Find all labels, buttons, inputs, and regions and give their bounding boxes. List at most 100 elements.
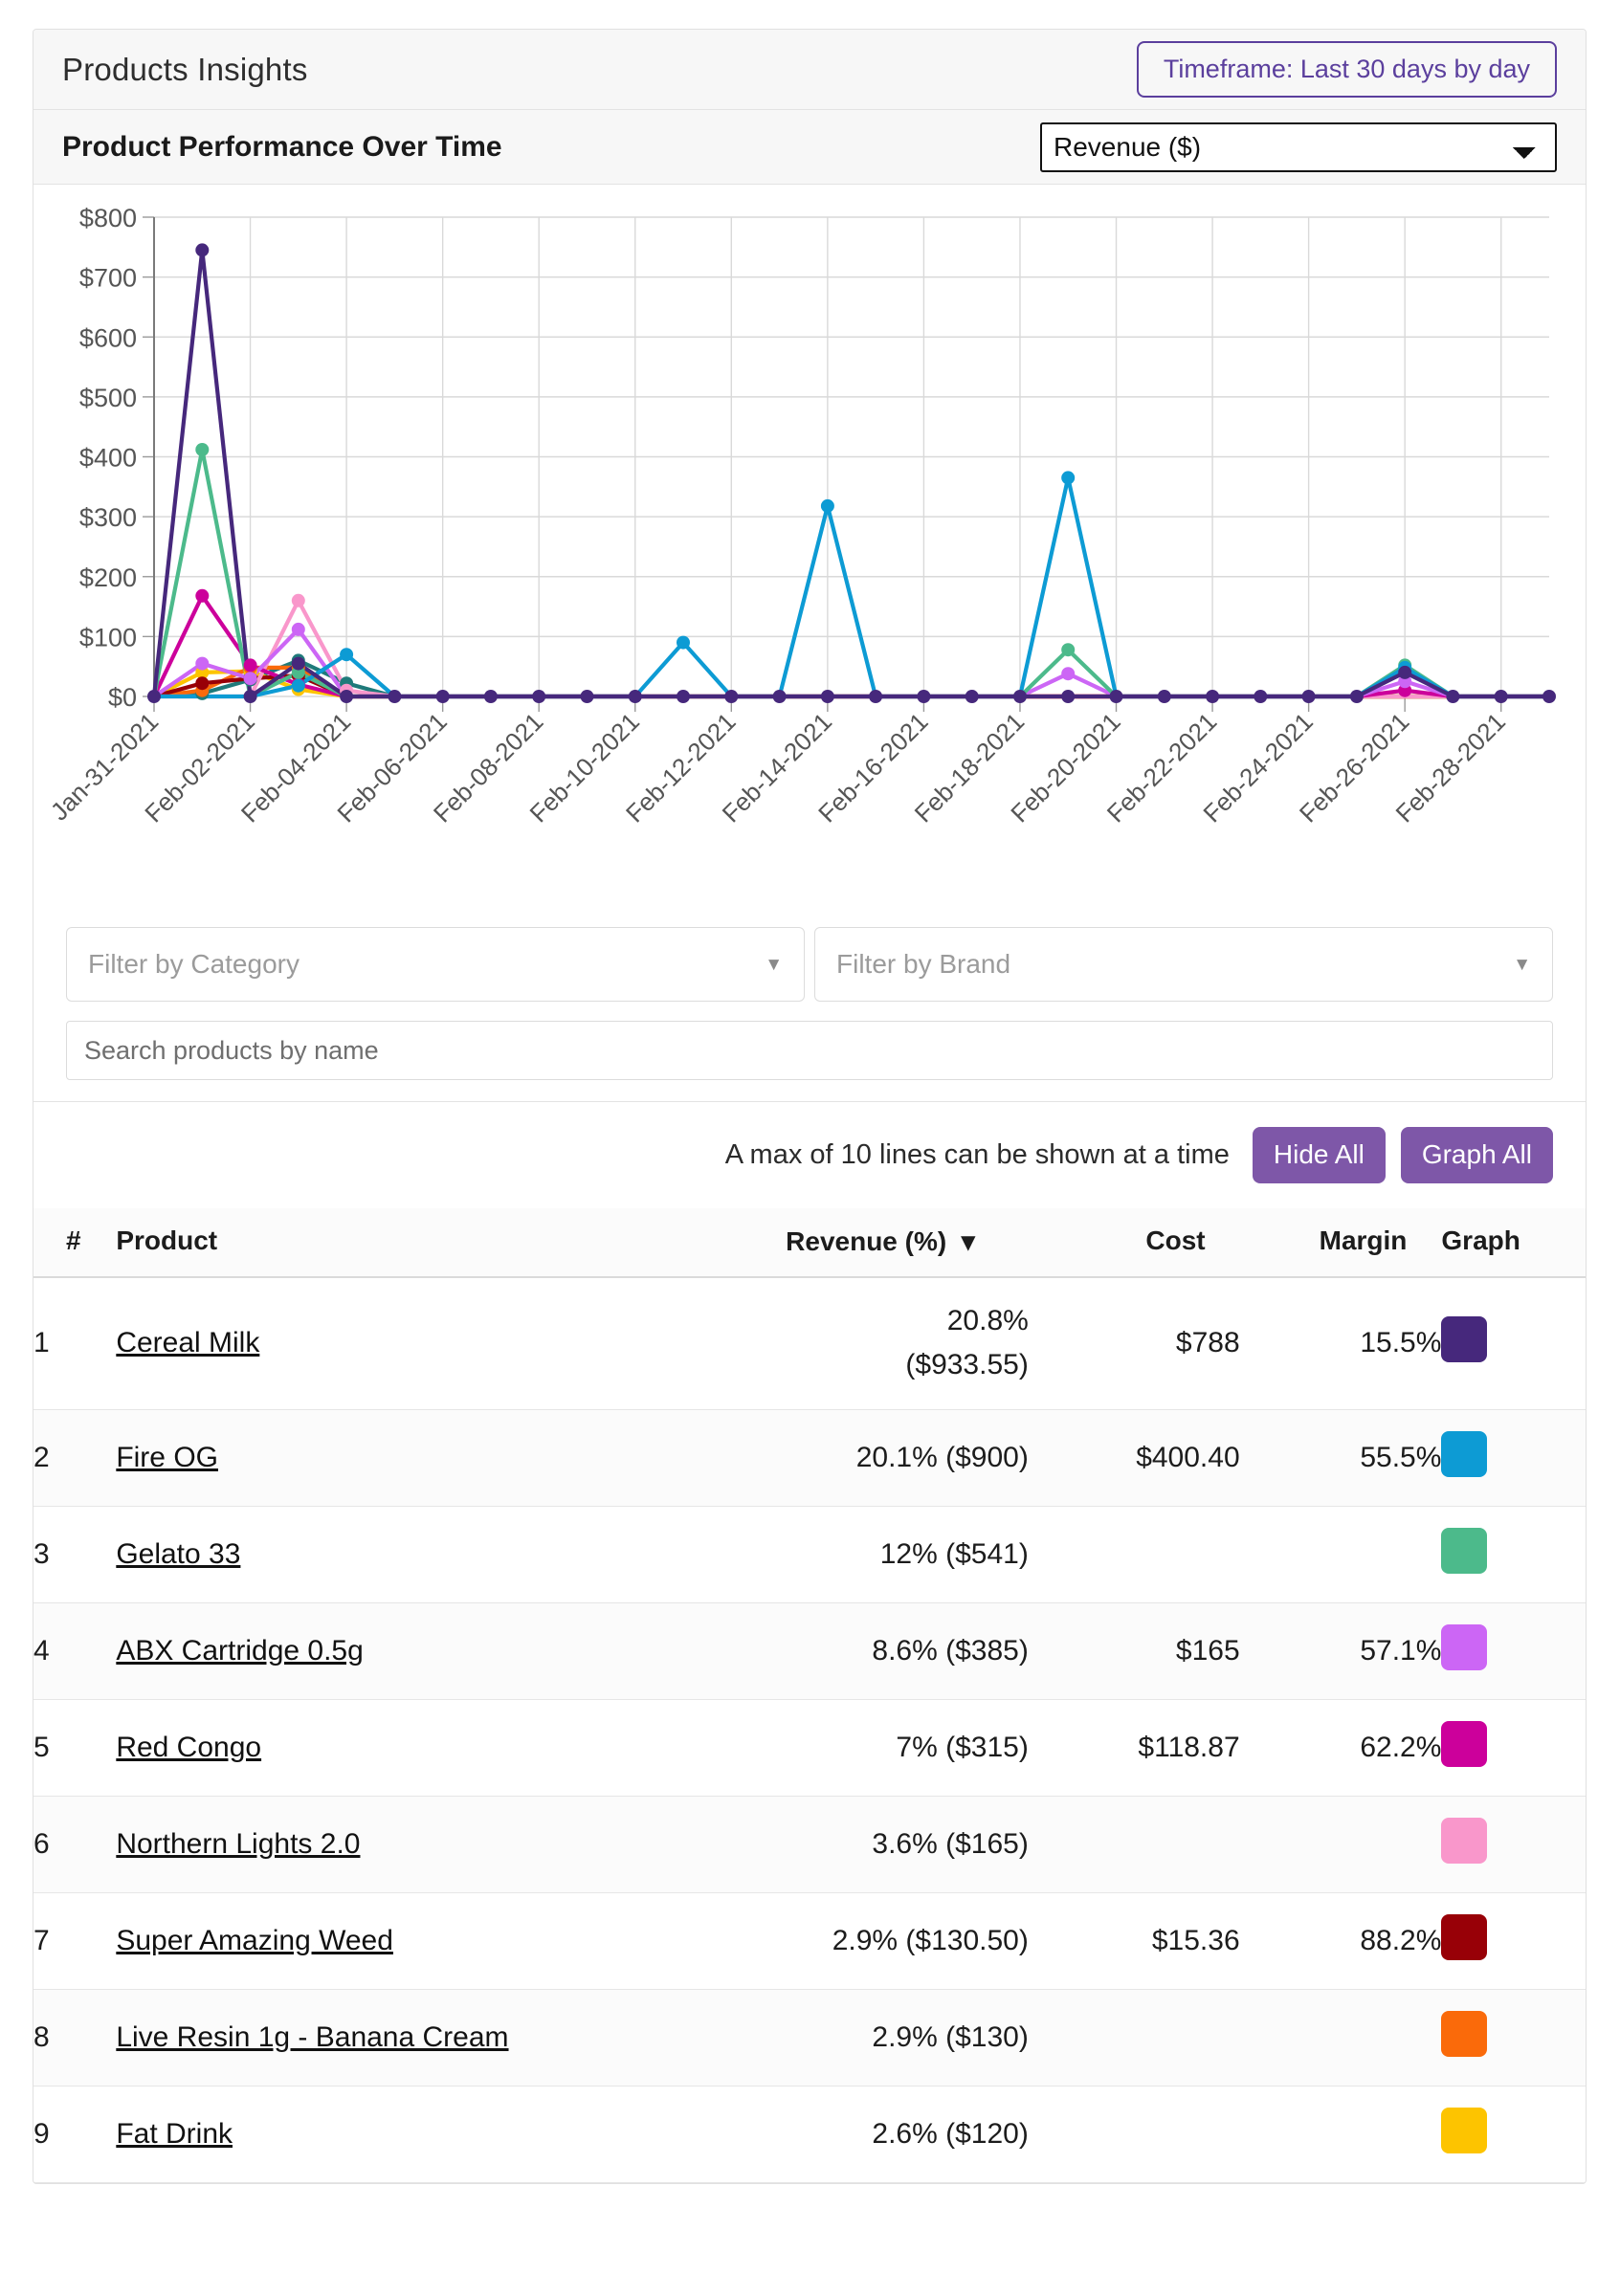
table-row: 8Live Resin 1g - Banana Cream2.9% ($130) <box>33 1989 1586 2086</box>
table-row: 3Gelato 33 12% ($541) <box>33 1506 1586 1602</box>
line-chart-svg: $0$100$200$300$400$500$600$700$800Jan-31… <box>49 204 1570 902</box>
cost-cell <box>1029 1796 1240 1892</box>
revenue-cell: 2.9% ($130) <box>712 1989 1029 2086</box>
svg-text:$800: $800 <box>79 204 137 232</box>
timeframe-button[interactable]: Timeframe: Last 30 days by day <box>1137 41 1557 98</box>
row-index: 4 <box>33 1602 116 1699</box>
hide-all-button[interactable]: Hide All <box>1253 1127 1386 1183</box>
product-link[interactable]: Gelato 33 <box>116 1538 240 1570</box>
graph-color-swatch[interactable] <box>1441 1914 1487 1960</box>
revenue-cell: 7% ($315) <box>712 1699 1029 1796</box>
graph-all-button[interactable]: Graph All <box>1401 1127 1553 1183</box>
cost-cell <box>1029 1989 1240 2086</box>
graph-cell <box>1441 1699 1586 1796</box>
product-cell: Red Congo <box>116 1699 711 1796</box>
graph-color-swatch[interactable] <box>1441 1431 1487 1477</box>
cost-cell: $400.40 <box>1029 1409 1240 1506</box>
row-index: 2 <box>33 1409 116 1506</box>
product-link[interactable]: Super Amazing Weed <box>116 1925 393 1956</box>
graph-color-swatch[interactable] <box>1441 1818 1487 1864</box>
revenue-cell: 12% ($541) <box>712 1506 1029 1602</box>
page-title: Products Insights <box>62 52 308 88</box>
brand-filter-placeholder: Filter by Brand <box>836 949 1010 980</box>
row-index: 1 <box>33 1277 116 1410</box>
graph-color-swatch[interactable] <box>1441 1316 1487 1362</box>
cost-cell: $165 <box>1029 1602 1240 1699</box>
cost-cell: $15.36 <box>1029 1892 1240 1989</box>
chart-title: Product Performance Over Time <box>62 131 502 164</box>
product-link[interactable]: Fire OG <box>116 1442 218 1473</box>
row-index: 5 <box>33 1699 116 1796</box>
filter-row: Filter by Category ▼ Filter by Brand ▼ <box>33 912 1586 1015</box>
row-index: 9 <box>33 2086 116 2182</box>
cost-cell: $788 <box>1029 1277 1240 1410</box>
performance-chart: $0$100$200$300$400$500$600$700$800Jan-31… <box>33 185 1586 912</box>
product-cell: Fat Drink <box>116 2086 711 2182</box>
margin-cell <box>1240 2086 1442 2182</box>
table-row: 1Cereal Milk20.8%($933.55)$78815.5% <box>33 1277 1586 1410</box>
svg-text:$100: $100 <box>79 623 137 651</box>
row-index: 3 <box>33 1506 116 1602</box>
svg-text:$200: $200 <box>79 563 137 592</box>
product-link[interactable]: ABX Cartridge 0.5g <box>116 1635 363 1667</box>
product-cell: Live Resin 1g - Banana Cream <box>116 1989 711 2086</box>
margin-cell: 57.1% <box>1240 1602 1442 1699</box>
graph-color-swatch[interactable] <box>1441 1624 1487 1670</box>
metric-select[interactable]: Revenue ($)Units SoldCost ($)Margin (%) <box>1040 122 1557 172</box>
graph-actions: A max of 10 lines can be shown at a time… <box>33 1101 1586 1208</box>
product-cell: Northern Lights 2.0 <box>116 1796 711 1892</box>
row-index: 6 <box>33 1796 116 1892</box>
product-link[interactable]: Northern Lights 2.0 <box>116 1828 360 1860</box>
graph-cell <box>1441 1796 1586 1892</box>
page-root: Products Insights Timeframe: Last 30 day… <box>0 0 1620 2296</box>
margin-cell <box>1240 1506 1442 1602</box>
card-header: Products Insights Timeframe: Last 30 day… <box>33 30 1586 110</box>
product-link[interactable]: Live Resin 1g - Banana Cream <box>116 2021 508 2053</box>
product-cell: ABX Cartridge 0.5g <box>116 1602 711 1699</box>
graph-cell <box>1441 1506 1586 1602</box>
svg-text:$700: $700 <box>79 264 137 293</box>
row-index: 7 <box>33 1892 116 1989</box>
table-row: 2Fire OG 20.1% ($900)$400.4055.5% <box>33 1409 1586 1506</box>
max-lines-note: A max of 10 lines can be shown at a time <box>725 1139 1230 1171</box>
graph-color-swatch[interactable] <box>1441 1528 1487 1574</box>
revenue-cell: 2.9% ($130.50) <box>712 1892 1029 1989</box>
svg-text:$400: $400 <box>79 444 137 473</box>
margin-cell <box>1240 1796 1442 1892</box>
product-link[interactable]: Cereal Milk <box>116 1327 259 1358</box>
column-header-cost[interactable]: Cost <box>1029 1208 1240 1277</box>
table-row: 9Fat Drink 2.6% ($120) <box>33 2086 1586 2182</box>
table-row: 5Red Congo7% ($315)$118.8762.2% <box>33 1699 1586 1796</box>
product-link[interactable]: Fat Drink <box>116 2118 233 2150</box>
column-header-product[interactable]: Product <box>116 1208 711 1277</box>
table-row: 7Super Amazing Weed 2.9% ($130.50)$15.368… <box>33 1892 1586 1989</box>
column-header-index[interactable]: # <box>33 1208 116 1277</box>
graph-color-swatch[interactable] <box>1441 2108 1487 2153</box>
graph-color-swatch[interactable] <box>1441 1721 1487 1767</box>
revenue-cell: 20.8%($933.55) <box>712 1277 1029 1410</box>
margin-cell: 88.2% <box>1240 1892 1442 1989</box>
revenue-cell: 20.1% ($900) <box>712 1409 1029 1506</box>
brand-filter[interactable]: Filter by Brand ▼ <box>814 927 1553 1002</box>
products-table-body: 1Cereal Milk20.8%($933.55)$78815.5%2Fire… <box>33 1277 1586 2183</box>
product-cell: Super Amazing Weed <box>116 1892 711 1989</box>
cost-cell <box>1029 2086 1240 2182</box>
table-row: 6Northern Lights 2.0 3.6% ($165) <box>33 1796 1586 1892</box>
cost-cell: $118.87 <box>1029 1699 1240 1796</box>
products-insights-card: Products Insights Timeframe: Last 30 day… <box>33 29 1587 2184</box>
column-header-revenue[interactable]: Revenue (%) ▾ <box>712 1208 1029 1277</box>
margin-cell: 55.5% <box>1240 1409 1442 1506</box>
svg-text:$600: $600 <box>79 323 137 352</box>
product-link[interactable]: Red Congo <box>116 1732 261 1763</box>
graph-cell <box>1441 1277 1586 1410</box>
graph-color-swatch[interactable] <box>1441 2011 1487 2057</box>
revenue-cell: 8.6% ($385) <box>712 1602 1029 1699</box>
category-filter-placeholder: Filter by Category <box>88 949 300 980</box>
search-input[interactable] <box>66 1021 1553 1080</box>
revenue-cell: 3.6% ($165) <box>712 1796 1029 1892</box>
revenue-cell: 2.6% ($120) <box>712 2086 1029 2182</box>
svg-text:$500: $500 <box>79 384 137 412</box>
cost-cell <box>1029 1506 1240 1602</box>
column-header-margin[interactable]: Margin <box>1240 1208 1442 1277</box>
category-filter[interactable]: Filter by Category ▼ <box>66 927 805 1002</box>
